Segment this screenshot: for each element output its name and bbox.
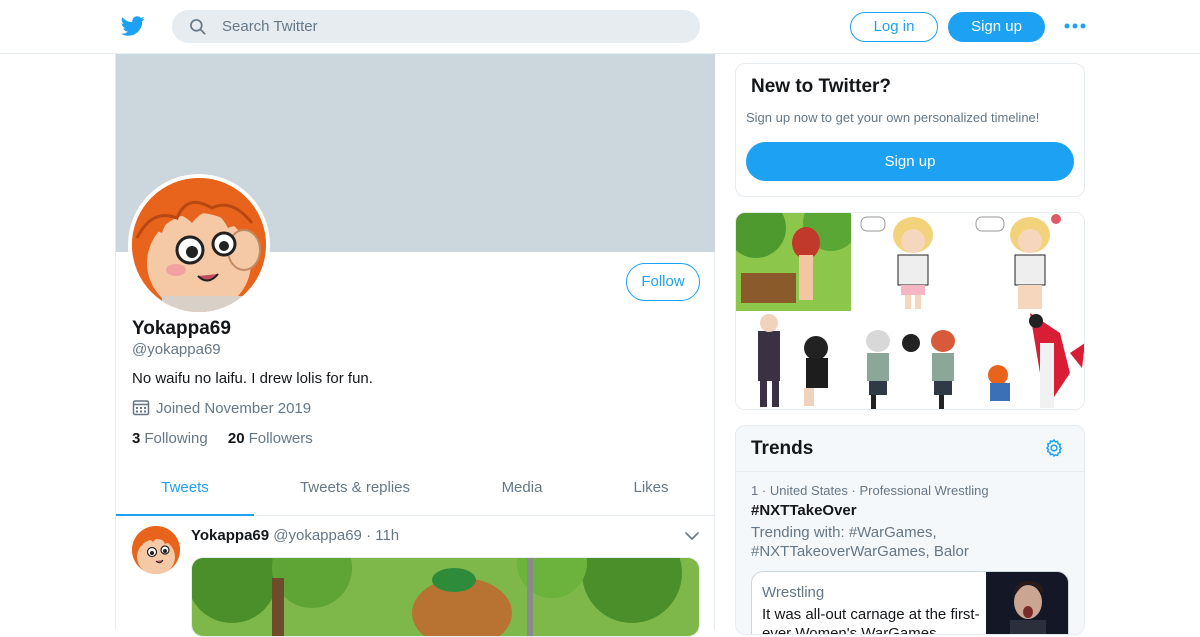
search-input[interactable]: [222, 10, 682, 43]
follow-button[interactable]: Follow: [626, 263, 700, 301]
followers-count: 20: [227, 430, 245, 447]
new-to-twitter-subtitle: Sign up now to get your own personalized…: [746, 110, 1040, 125]
trend-dot: ·: [761, 483, 767, 498]
trend-location: United States: [769, 483, 848, 498]
media-thumb[interactable]: [853, 213, 968, 311]
trend-dot: ·: [851, 483, 856, 498]
tweet-author-name[interactable]: Yokappa69: [191, 527, 269, 544]
trends-title: Trends: [751, 438, 814, 459]
media-thumb[interactable]: [970, 213, 1084, 311]
following-count: 3: [132, 430, 141, 447]
top-navigation-bar: Log in Sign up: [0, 0, 1200, 54]
tweet-media-image[interactable]: [191, 557, 700, 637]
media-thumb[interactable]: [853, 313, 968, 409]
trends-header: Trends: [736, 426, 1084, 472]
trend-category: Professional Wrestling: [859, 483, 989, 498]
tweet-separator: ·: [366, 527, 372, 544]
tab-likes[interactable]: Likes: [616, 468, 686, 516]
chevron-down-icon[interactable]: [684, 530, 700, 542]
tweet-avatar-image: [132, 526, 180, 574]
trend-story-card[interactable]: Wrestling It was all-out carnage at the …: [751, 571, 1069, 635]
tweet-time[interactable]: 11h: [375, 527, 399, 544]
search-icon: [190, 19, 206, 35]
new-to-twitter-card: New to Twitter? Sign up now to get your …: [735, 63, 1085, 197]
profile-joined: Joined November 2019: [132, 398, 311, 417]
trends-card: Trends 1 · United States · Professional …: [735, 425, 1085, 635]
login-button[interactable]: Log in: [850, 12, 938, 42]
more-dots-icon[interactable]: [1064, 18, 1086, 34]
profile-tabs: Tweets Tweets & replies Media Likes: [116, 468, 715, 516]
trend-rank: 1: [751, 483, 759, 498]
following-label: Following: [144, 430, 208, 447]
new-to-twitter-title: New to Twitter?: [751, 76, 892, 97]
search-box[interactable]: [172, 10, 700, 43]
trend-story-category: Wrestling: [762, 584, 825, 601]
twitter-bird-icon[interactable]: [120, 14, 146, 38]
media-thumb[interactable]: [736, 313, 851, 409]
profile-avatar[interactable]: [128, 174, 270, 316]
profile-stats: 3 Following 20 Followers: [132, 430, 329, 447]
avatar-image: [132, 178, 266, 312]
tab-tweets-replies[interactable]: Tweets & replies: [284, 468, 426, 516]
followers-link[interactable]: 20 Followers: [228, 430, 313, 447]
tweet-avatar[interactable]: [132, 526, 180, 574]
profile-column: Follow Yokappa69 @yokappa69 No waifu no …: [115, 54, 715, 637]
joined-text: Joined November 2019: [156, 400, 312, 417]
media-grid: [736, 213, 1084, 409]
sidebar-signup-button[interactable]: Sign up: [746, 142, 1074, 181]
followers-label: Followers: [248, 430, 313, 447]
trend-story-text: It was all-out carnage at the first-ever…: [762, 606, 980, 635]
tab-media[interactable]: Media: [482, 468, 562, 516]
media-grid-card: [735, 212, 1085, 410]
profile-handle[interactable]: @yokappa69: [132, 341, 221, 358]
trend-hashtag[interactable]: #NXTTakeOver: [751, 502, 857, 519]
tab-tweets[interactable]: Tweets: [116, 468, 254, 516]
trend-story-image: [986, 572, 1068, 634]
profile-name: Yokappa69: [132, 318, 231, 339]
gear-icon[interactable]: [1044, 438, 1064, 458]
tweet-header: Yokappa69 @yokappa69 · 11h: [191, 527, 399, 544]
media-thumb[interactable]: [736, 213, 851, 311]
calendar-icon: [132, 400, 150, 416]
following-link[interactable]: 3 Following: [132, 430, 208, 447]
tweet-author-handle[interactable]: @yokappa69: [273, 527, 362, 544]
trend-related: Trending with: #WarGames, #NXTTakeoverWa…: [751, 524, 969, 560]
media-thumb[interactable]: [970, 313, 1084, 409]
profile-bio: No waifu no laifu. I drew lolis for fun.: [132, 370, 373, 387]
trend-meta: 1 · United States · Professional Wrestli…: [751, 483, 989, 498]
forest-illustration: [192, 558, 699, 636]
signup-button[interactable]: Sign up: [948, 12, 1045, 42]
